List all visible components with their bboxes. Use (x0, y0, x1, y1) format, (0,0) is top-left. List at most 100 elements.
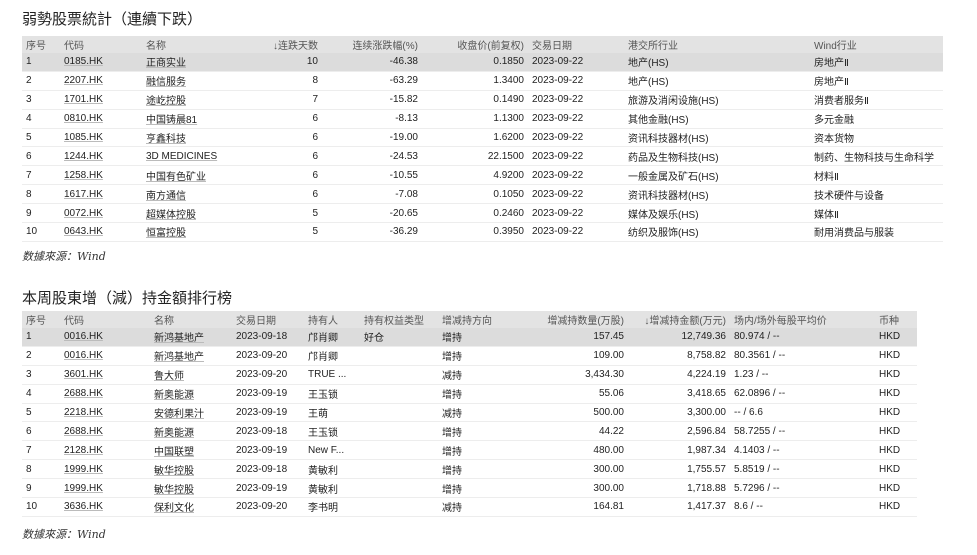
cell-hkex: 旅游及消闲设施(HS) (624, 90, 810, 110)
table-row[interactable]: 9 0072.HK 超媒体控股 5 -20.65 0.2460 2023-09-22 媒体及娱… (22, 203, 943, 224)
table-row[interactable]: 4 2688.HK 新奥能源 2023-09-19 王玉锁 增持 55.06 3,418.65… (22, 384, 917, 404)
cell-code[interactable]: 1701.HK (60, 90, 142, 110)
table-row[interactable]: 2 2207.HK 融信服务 8 -63.29 1.3400 2023-09-22 地产(HS… (22, 71, 943, 91)
cell-name[interactable]: 恒富控股 (142, 222, 242, 242)
cell-close: 1.1300 (422, 109, 528, 129)
cell-idx: 6 (22, 421, 60, 442)
cell-code[interactable]: 1085.HK (60, 128, 142, 148)
cell-code[interactable]: 0072.HK (60, 203, 142, 224)
col-header-code[interactable]: 代码 (60, 311, 150, 328)
cell-name[interactable]: 鲁大师 (150, 365, 232, 385)
cell-code[interactable]: 1244.HK (60, 146, 142, 167)
cell-code[interactable]: 0016.HK (60, 328, 150, 347)
cell-name[interactable]: 新奥能源 (150, 384, 232, 404)
cell-name[interactable]: 亨鑫科技 (142, 128, 242, 148)
col-header-wind-industry[interactable]: Wind行业 (810, 36, 943, 53)
cell-code[interactable]: 1999.HK (60, 459, 150, 480)
cell-date: 2023-09-22 (528, 203, 624, 224)
col-header-change[interactable]: 连续涨跌幅(%) (322, 36, 422, 53)
cell-name[interactable]: 敏华控股 (150, 459, 232, 480)
cell-name[interactable]: 新奥能源 (150, 421, 232, 442)
col-header-index[interactable]: 序号 (22, 36, 60, 53)
table-row[interactable]: 10 3636.HK 保利文化 2023-09-20 李书明 减持 164.81 1,417.… (22, 497, 917, 517)
col-header-currency[interactable]: 币种 (875, 311, 917, 328)
col-header-date[interactable]: 交易日期 (232, 311, 304, 328)
table-row[interactable]: 6 1244.HK 3D MEDICINES 6 -24.53 22.1500 2023-0… (22, 146, 943, 167)
col-header-hkex-industry[interactable]: 港交所行业 (624, 36, 810, 53)
cell-name[interactable]: 超媒体控股 (142, 203, 242, 224)
cell-name[interactable]: 敏华控股 (150, 478, 232, 499)
cell-code[interactable]: 2207.HK (60, 71, 142, 91)
cell-name[interactable]: 融信服务 (142, 71, 242, 91)
table-row[interactable]: 7 1258.HK 中国有色矿业 6 -10.55 4.9200 2023-09-22 一般金… (22, 165, 943, 186)
col-header-holder[interactable]: 持有人 (304, 311, 360, 328)
cell-name[interactable]: 途屹控股 (142, 90, 242, 110)
cell-code[interactable]: 2688.HK (60, 384, 150, 404)
cell-name[interactable]: 中国有色矿业 (142, 165, 242, 186)
cell-days: 10 (242, 53, 322, 72)
col-header-down-days[interactable]: ↓连跌天数 (242, 36, 322, 53)
cell-name[interactable]: 安德利果汁 (150, 403, 232, 423)
cell-idx: 5 (22, 128, 60, 148)
cell-name[interactable]: 南方通信 (142, 184, 242, 205)
cell-amt: 8,758.82 (628, 346, 730, 366)
col-header-quantity[interactable]: 增减持数量(万股) (528, 311, 628, 328)
cell-dir: 减持 (438, 497, 528, 517)
table-row[interactable]: 1 0185.HK 正商实业 10 -46.38 0.1850 2023-09-22 地产(H… (22, 53, 943, 72)
table-row[interactable]: 1 0016.HK 新鸿基地产 2023-09-18 邝肖卿 好仓 增持 157.45 12,7… (22, 328, 917, 347)
table-row[interactable]: 5 2218.HK 安德利果汁 2023-09-19 王萌 减持 500.00 3,300.0… (22, 403, 917, 423)
col-header-avg-price[interactable]: 场内/场外每股平均价 (730, 311, 875, 328)
cell-ccy: HKD (875, 403, 917, 423)
cell-name[interactable]: 保利文化 (150, 497, 232, 517)
cell-avg: 80.3561 / -- (730, 346, 875, 366)
cell-code[interactable]: 0643.HK (60, 222, 142, 242)
cell-qty: 55.06 (528, 384, 628, 404)
cell-name[interactable]: 新鸿基地产 (150, 346, 232, 366)
cell-wind: 材料Ⅱ (810, 165, 943, 186)
table-row[interactable]: 2 0016.HK 新鸿基地产 2023-09-20 邝肖卿 增持 109.00 8,758.… (22, 346, 917, 366)
cell-name[interactable]: 中国铸晨81 (142, 109, 242, 129)
col-header-amount[interactable]: ↓增减持金额(万元) (628, 311, 730, 328)
table-row[interactable]: 8 1999.HK 敏华控股 2023-09-18 黄敏利 增持 300.00 1,755.5… (22, 459, 917, 480)
cell-dir: 增持 (438, 384, 528, 404)
cell-ccy: HKD (875, 328, 917, 347)
table-row[interactable]: 9 1999.HK 敏华控股 2023-09-19 黄敏利 增持 300.00 1,718.8… (22, 478, 917, 499)
cell-code[interactable]: 1617.HK (60, 184, 142, 205)
table-row[interactable]: 6 2688.HK 新奥能源 2023-09-18 王玉锁 增持 44.22 2,596.84… (22, 421, 917, 442)
cell-code[interactable]: 1258.HK (60, 165, 142, 186)
table-row[interactable]: 3 3601.HK 鲁大师 2023-09-20 TRUE ... 减持 3,434.30 4… (22, 365, 917, 385)
col-header-name[interactable]: 名称 (150, 311, 232, 328)
cell-code[interactable]: 0185.HK (60, 53, 142, 72)
table-row[interactable]: 5 1085.HK 亨鑫科技 6 -19.00 1.6200 2023-09-22 资讯科技器… (22, 128, 943, 148)
cell-close: 0.1850 (422, 53, 528, 72)
table-row[interactable]: 3 1701.HK 途屹控股 7 -15.82 0.1490 2023-09-22 旅游及消闲… (22, 90, 943, 110)
col-header-equity-type[interactable]: 持有权益类型 (360, 311, 438, 328)
col-header-direction[interactable]: 增减持方向 (438, 311, 528, 328)
cell-name[interactable]: 正商实业 (142, 53, 242, 72)
cell-amt: 3,418.65 (628, 384, 730, 404)
table-row[interactable]: 10 0643.HK 恒富控股 5 -36.29 0.3950 2023-09-22 纺织及服… (22, 222, 943, 242)
cell-code[interactable]: 2688.HK (60, 421, 150, 442)
cell-ccy: HKD (875, 384, 917, 404)
table-row[interactable]: 7 2128.HK 中国联塑 2023-09-19 New F... 增持 480.00 1,… (22, 440, 917, 461)
col-header-date[interactable]: 交易日期 (528, 36, 624, 53)
col-header-name[interactable]: 名称 (142, 36, 242, 53)
cell-code[interactable]: 3636.HK (60, 497, 150, 517)
col-header-close[interactable]: 收盘价(前复权) (422, 36, 528, 53)
cell-name[interactable]: 中国联塑 (150, 440, 232, 461)
cell-code[interactable]: 3601.HK (60, 365, 150, 385)
cell-code[interactable]: 2128.HK (60, 440, 150, 461)
table-row[interactable]: 4 0810.HK 中国铸晨81 6 -8.13 1.1300 2023-09-22 其他金融… (22, 109, 943, 129)
cell-type (360, 384, 438, 404)
table-row[interactable]: 8 1617.HK 南方通信 6 -7.08 0.1050 2023-09-22 资讯科技器材… (22, 184, 943, 205)
cell-code[interactable]: 1999.HK (60, 478, 150, 499)
col-header-index[interactable]: 序号 (22, 311, 60, 328)
cell-code[interactable]: 2218.HK (60, 403, 150, 423)
cell-name[interactable]: 3D MEDICINES (142, 146, 242, 167)
cell-hkex: 地产(HS) (624, 71, 810, 91)
cell-name[interactable]: 新鸿基地产 (150, 328, 232, 347)
cell-close: 0.3950 (422, 222, 528, 242)
cell-code[interactable]: 0016.HK (60, 346, 150, 366)
cell-code[interactable]: 0810.HK (60, 109, 142, 129)
col-header-code[interactable]: 代码 (60, 36, 142, 53)
